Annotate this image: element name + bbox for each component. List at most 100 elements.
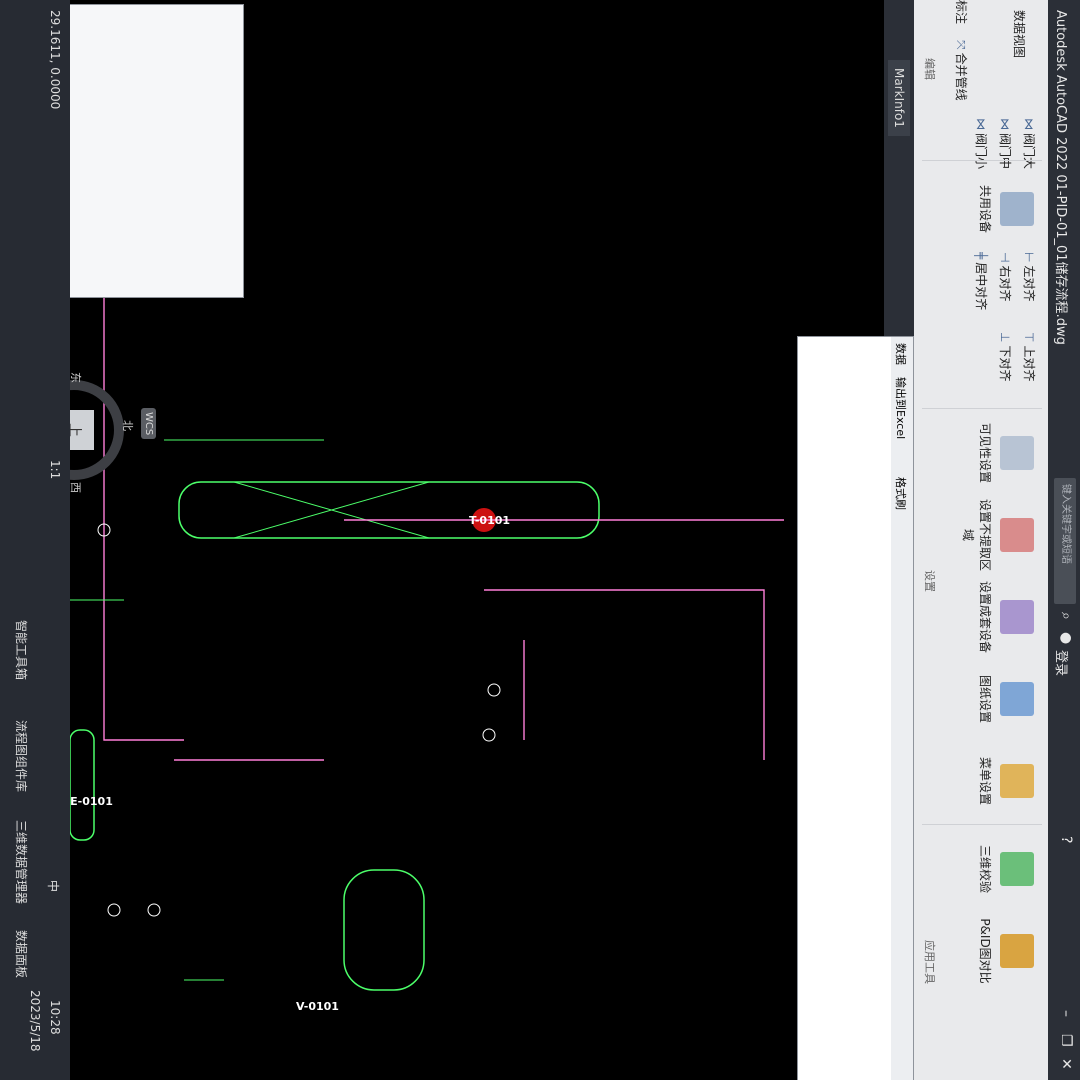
autocad-window: Autodesk AutoCAD 2022 01-PID-01_01储存流程.d… — [0, 0, 1080, 1080]
instrument-bubble[interactable] — [487, 683, 501, 697]
equipment-tag-t0101[interactable]: T-0101 — [469, 514, 510, 527]
taskbar-item[interactable]: 流程图组件库 — [13, 720, 30, 792]
align-bottom-icon: ⊥ — [998, 332, 1012, 343]
drawing-settings-button[interactable]: 图纸设置 — [977, 658, 1042, 740]
login-link[interactable]: 登录 — [1053, 650, 1072, 676]
exclude-region-icon — [1000, 518, 1034, 552]
align-left-icon: ⊢ — [1022, 252, 1036, 263]
3d-check-label: 三维校验 — [978, 844, 992, 893]
align-bottom-button[interactable]: ⊥ 下对齐 — [997, 332, 1014, 381]
clock-time: 10:28 — [48, 1000, 62, 1035]
clock-date: 2023/5/18 — [28, 990, 42, 1052]
compass-north: 北 — [121, 420, 134, 431]
valve-small-label: 阀门小 — [974, 133, 988, 170]
screen: Autodesk AutoCAD 2022 01-PID-01_01储存流程.d… — [0, 0, 1080, 1080]
valve-icon: ⋈ — [974, 118, 988, 130]
taskbar-item[interactable]: 数据面板 — [13, 930, 30, 978]
exclude-region-label: 设置不提取区域 — [961, 498, 992, 571]
3d-check-icon — [1000, 852, 1034, 886]
group-tools-label: 应用工具 — [923, 940, 936, 984]
align-bottom-label: 下对齐 — [998, 345, 1012, 382]
valve-icon: ⋈ — [998, 118, 1012, 130]
markinfo-tab[interactable]: MarkInfo1 — [888, 60, 910, 136]
menu-settings-label: 菜单设置 — [978, 756, 992, 805]
align-top-icon: ⊤ — [1022, 332, 1036, 343]
user-icon[interactable]: ● — [1058, 632, 1074, 644]
wcs-button[interactable]: WCS — [141, 408, 156, 440]
align-center-label: 居中对齐 — [974, 262, 988, 311]
ribbon: 数据视图 标注 ⤧ 合并管线 ⋈ 阀门大 ⋈ 阀门中 ⋈ 阀门小 编辑 共用设备 ⊢ 左对… — [913, 0, 1048, 1080]
restore-icon[interactable]: ❐ — [1058, 1034, 1074, 1047]
align-right-button[interactable]: ⊣ 右对齐 — [997, 252, 1014, 301]
drawing-settings-label: 图纸设置 — [978, 674, 992, 723]
pid-compare-icon — [1000, 934, 1034, 968]
align-right-icon: ⊣ — [998, 252, 1012, 263]
menu-settings-icon — [1000, 764, 1034, 798]
valve-medium-label: 阀门中 — [998, 133, 1012, 170]
merge-pipe-label: 合并管线 — [954, 52, 968, 101]
data-tab[interactable]: 数据 — [893, 343, 909, 365]
close-icon[interactable]: ✕ — [1058, 1058, 1074, 1070]
align-left-button[interactable]: ⊢ 左对齐 — [1021, 252, 1038, 301]
menu-settings-button[interactable]: 菜单设置 — [977, 740, 1042, 822]
taskbar-item[interactable]: 三维数据管理器 — [13, 820, 30, 904]
compass-west: 西 — [69, 482, 82, 493]
align-top-label: 上对齐 — [1022, 345, 1036, 382]
instrument-bubble[interactable] — [482, 728, 496, 742]
shared-device-button[interactable]: 共用设备 — [977, 168, 1042, 250]
package-device-label: 设置成套设备 — [978, 580, 992, 653]
process-line — [484, 589, 765, 760]
valve-medium-button[interactable]: ⋈ 阀门中 — [997, 118, 1014, 169]
shared-device-label: 共用设备 — [978, 184, 992, 233]
window-title: Autodesk AutoCAD 2022 01-PID-01_01储存流程.d… — [1053, 10, 1068, 345]
instrument-bubble[interactable] — [147, 903, 161, 917]
align-left-label: 左对齐 — [1022, 265, 1036, 302]
divider — [922, 160, 1042, 161]
equipment-tag-e0101[interactable]: E-0101 — [70, 795, 113, 808]
help-icon[interactable]: ? — [1058, 836, 1074, 843]
search-input[interactable]: 键入关键字或短语 — [1054, 478, 1076, 604]
minimize-icon[interactable]: – — [1058, 1010, 1074, 1017]
search-icon[interactable]: ⌕ — [1058, 612, 1074, 620]
drawing-settings-icon — [1000, 682, 1034, 716]
valve-icon: ⋈ — [1022, 118, 1036, 130]
pid-compare-label: P&ID图对比 — [978, 918, 992, 984]
table-toolbar: 数据 输出到Excel 格式刷 — [891, 337, 913, 1080]
align-center-icon: ╪ — [974, 252, 988, 260]
shared-device-icon — [1000, 192, 1034, 226]
visibility-settings-label: 可见性设置 — [978, 422, 992, 483]
coordinates-readout: 29.1611, 0.0000 — [48, 10, 62, 110]
align-top-button[interactable]: ⊤ 上对齐 — [1021, 332, 1038, 381]
scale-readout[interactable]: 1:1 — [48, 460, 62, 479]
pipe-table-panel: 数据 输出到Excel 格式刷 — [797, 336, 914, 1080]
equipment-tag-v0101[interactable]: V-0101 — [296, 1000, 339, 1013]
annotate-button[interactable]: 标注 — [953, 0, 970, 24]
status-bar: 29.1611, 0.0000 1:1 智能工具箱 流程图组件库 三维数据管理器… — [0, 0, 70, 1080]
package-device-button[interactable]: 设置成套设备 — [977, 576, 1042, 658]
pid-compare-button[interactable]: P&ID图对比 — [977, 910, 1042, 992]
visibility-icon — [1000, 436, 1034, 470]
divider — [922, 408, 1042, 409]
align-center-button[interactable]: ╪ 居中对齐 — [973, 252, 990, 310]
tower-t0101[interactable] — [178, 481, 600, 539]
compass-east: 东 — [69, 372, 82, 383]
exclude-region-button[interactable]: 设置不提取区域 — [960, 494, 1042, 576]
valve-large-button[interactable]: ⋈ 阀门大 — [1021, 118, 1038, 169]
view-label: 数据视图 — [1012, 10, 1026, 59]
group-edit-label: 编辑 — [923, 58, 936, 80]
instrument-bubble[interactable] — [107, 903, 121, 917]
align-right-label: 右对齐 — [998, 265, 1012, 302]
export-excel-button[interactable]: 输出到Excel — [893, 377, 909, 439]
exchanger-e0101[interactable] — [70, 729, 95, 841]
format-painter-button[interactable]: 格式刷 — [893, 477, 909, 510]
merge-pipe-button[interactable]: ⤧ 合并管线 — [953, 40, 970, 101]
3d-check-button[interactable]: 三维校验 — [977, 828, 1042, 910]
vessel-v0101[interactable] — [343, 869, 425, 991]
ime-indicator[interactable]: 中 — [45, 880, 62, 892]
valve-small-button[interactable]: ⋈ 阀门小 — [973, 118, 990, 169]
valve-large-label: 阀门大 — [1022, 133, 1036, 170]
divider — [922, 824, 1042, 825]
visibility-settings-button[interactable]: 可见性设置 — [977, 412, 1042, 494]
taskbar-item[interactable]: 智能工具箱 — [13, 620, 30, 680]
merge-pipe-icon: ⤧ — [954, 40, 968, 50]
